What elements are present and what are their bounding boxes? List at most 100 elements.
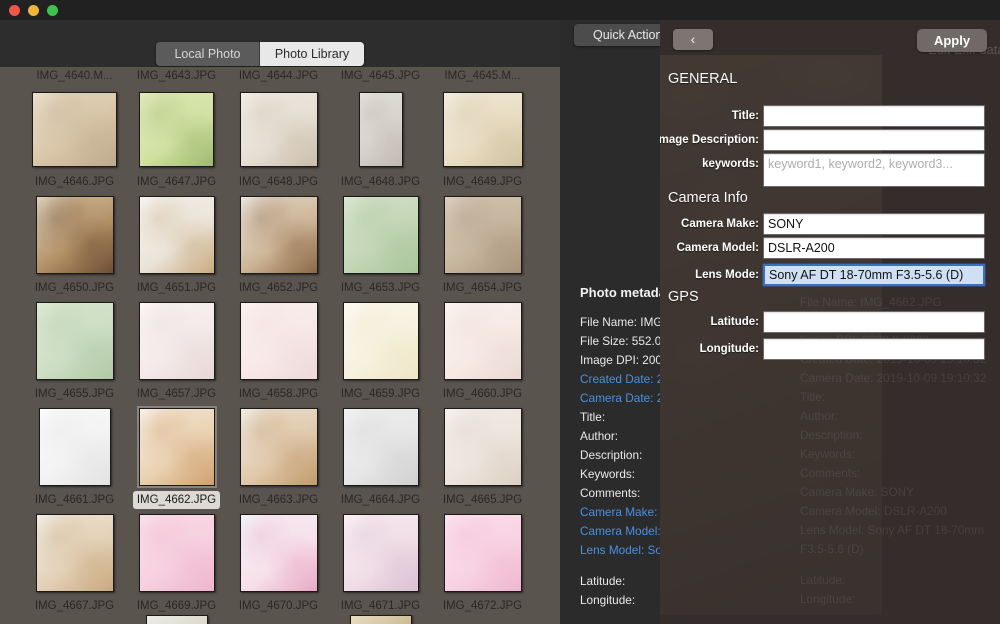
photo-thumbnail[interactable] bbox=[443, 408, 522, 486]
field-input-camera-model[interactable]: DSLR-A200 bbox=[763, 237, 985, 259]
zoom-button[interactable] bbox=[47, 5, 58, 16]
grid-cell[interactable]: IMG_4653.JPG bbox=[330, 191, 431, 297]
photo-caption: IMG_4652.JPG bbox=[238, 282, 319, 294]
photo-thumbnail[interactable] bbox=[138, 302, 215, 380]
grid-cell[interactable]: IMG_4645.M... bbox=[432, 67, 533, 85]
photo-thumbnail[interactable] bbox=[239, 91, 318, 167]
photo-caption: IMG_4672.JPG bbox=[442, 600, 523, 612]
field-input-keywords[interactable]: keyword1, keyword2, keyword3... bbox=[763, 153, 985, 187]
grid-cell[interactable]: IMG_4670.JPG bbox=[228, 509, 329, 615]
grid-cell[interactable]: IMG_4649.JPG bbox=[432, 85, 533, 191]
photo-thumbnail[interactable] bbox=[342, 302, 419, 380]
grid-cell[interactable]: IMG_4667.JPG bbox=[24, 509, 125, 615]
field-input-latitude[interactable] bbox=[763, 311, 985, 333]
photo-thumbnail[interactable] bbox=[239, 302, 318, 380]
grid-cell[interactable]: IMG_4663.JPG bbox=[228, 403, 329, 509]
thumbnail-wrap bbox=[432, 191, 533, 279]
grid-cell[interactable]: IMG_4664.JPG bbox=[330, 403, 431, 509]
photo-caption: IMG_4640.M... bbox=[36, 70, 113, 82]
photo-row-partial-top: IMG_4640.M... IMG_4643.JPG IMG_4644.JPG IMG… bbox=[24, 67, 560, 85]
thumbnail-wrap bbox=[432, 403, 533, 491]
section-heading-camera-info: Camera Info bbox=[668, 190, 748, 206]
grid-cell[interactable] bbox=[228, 615, 329, 624]
grid-cell[interactable]: IMG_4645.JPG bbox=[330, 67, 431, 85]
close-button[interactable] bbox=[9, 5, 20, 16]
field-input-title[interactable] bbox=[763, 105, 985, 127]
form-row: Latitude: bbox=[710, 311, 985, 333]
grid-cell[interactable]: IMG_4651.JPG bbox=[126, 191, 227, 297]
photo-caption: IMG_4659.JPG bbox=[340, 388, 421, 400]
grid-cell[interactable]: IMG_4672.JPG bbox=[432, 509, 533, 615]
thumbnail-wrap bbox=[330, 509, 431, 597]
grid-cell[interactable]: IMG_4648.JPG bbox=[228, 85, 329, 191]
field-label: Camera Make: bbox=[681, 218, 759, 230]
grid-cell[interactable]: IMG_4646.JPG bbox=[24, 85, 125, 191]
grid-cell[interactable]: IMG_4655.JPG bbox=[24, 297, 125, 403]
photo-thumbnail[interactable] bbox=[35, 196, 114, 274]
field-input-camera-make[interactable]: SONY bbox=[763, 213, 985, 235]
grid-cell[interactable]: IMG_4669.JPG bbox=[126, 509, 227, 615]
photo-thumbnail[interactable] bbox=[239, 408, 318, 486]
grid-cell[interactable]: IMG_4648.JPG bbox=[330, 85, 431, 191]
photo-caption: IMG_4662.JPG bbox=[132, 491, 221, 509]
photo-thumbnail[interactable] bbox=[35, 514, 114, 592]
grid-cell[interactable]: IMG_4658.JPG bbox=[228, 297, 329, 403]
grid-cell[interactable]: IMG_4650.JPG bbox=[24, 191, 125, 297]
grid-cell[interactable]: IMG_4640.M... bbox=[24, 67, 125, 85]
photo-row: IMG_4655.JPG IMG_4657.JPG IMG_4658.JPG IMG_… bbox=[24, 297, 560, 403]
thumbnail-wrap bbox=[24, 297, 125, 385]
photo-thumbnail[interactable] bbox=[138, 196, 215, 274]
field-input-longitude[interactable] bbox=[763, 338, 985, 360]
photo-thumbnail[interactable] bbox=[443, 196, 522, 274]
form-row: keywords: keyword1, keyword2, keyword3... bbox=[702, 153, 985, 187]
photo-thumbnail[interactable] bbox=[443, 302, 522, 380]
grid-cell[interactable] bbox=[330, 615, 431, 624]
photo-thumbnail[interactable] bbox=[358, 91, 403, 167]
photo-thumbnail[interactable] bbox=[239, 196, 318, 274]
section-heading-general: GENERAL bbox=[668, 71, 738, 87]
thumbnail-wrap bbox=[432, 297, 533, 385]
tab-photo-library[interactable]: Photo Library bbox=[260, 42, 364, 66]
photo-thumbnail[interactable] bbox=[139, 91, 214, 167]
photo-caption: IMG_4645.M... bbox=[444, 70, 521, 82]
photo-thumbnail[interactable] bbox=[442, 91, 523, 167]
grid-cell[interactable]: IMG_4654.JPG bbox=[432, 191, 533, 297]
photo-caption: IMG_4667.JPG bbox=[34, 600, 115, 612]
photo-thumbnail[interactable] bbox=[342, 408, 419, 486]
tab-local-photo[interactable]: Local Photo bbox=[156, 42, 260, 66]
photo-caption: IMG_4648.JPG bbox=[238, 176, 319, 188]
photo-thumbnail[interactable] bbox=[138, 514, 215, 592]
grid-cell[interactable] bbox=[432, 615, 533, 624]
photo-thumbnail[interactable] bbox=[35, 302, 114, 380]
grid-cell[interactable]: IMG_4665.JPG bbox=[432, 403, 533, 509]
grid-cell[interactable] bbox=[24, 615, 125, 624]
photo-row: IMG_4661.JPG IMG_4662.JPG IMG_4663.JPG IMG_… bbox=[24, 403, 560, 509]
photo-thumbnail[interactable] bbox=[136, 406, 217, 488]
grid-cell[interactable]: IMG_4661.JPG bbox=[24, 403, 125, 509]
photo-thumbnail[interactable] bbox=[239, 514, 318, 592]
photo-grid[interactable]: IMG_4640.M... IMG_4643.JPG IMG_4644.JPG IMG… bbox=[0, 67, 560, 624]
field-input-image-description[interactable] bbox=[763, 129, 985, 151]
photo-thumbnail[interactable] bbox=[349, 615, 412, 624]
photo-thumbnail[interactable] bbox=[342, 196, 419, 274]
grid-cell[interactable]: IMG_4671.JPG bbox=[330, 509, 431, 615]
grid-cell[interactable]: IMG_4662.JPG bbox=[126, 403, 227, 509]
photo-row: IMG_4667.JPG IMG_4669.JPG IMG_4670.JPG IMG_… bbox=[24, 509, 560, 615]
grid-cell[interactable]: IMG_4652.JPG bbox=[228, 191, 329, 297]
grid-cell[interactable]: IMG_4659.JPG bbox=[330, 297, 431, 403]
grid-cell[interactable]: IMG_4643.JPG bbox=[126, 67, 227, 85]
exif-form: GENERAL Camera Info GPS Title: Image Descrip… bbox=[660, 20, 1000, 624]
grid-cell[interactable]: IMG_4660.JPG bbox=[432, 297, 533, 403]
thumbnail-wrap bbox=[126, 403, 227, 491]
grid-cell[interactable]: IMG_4657.JPG bbox=[126, 297, 227, 403]
photo-thumbnail[interactable] bbox=[145, 615, 208, 624]
photo-thumbnail[interactable] bbox=[32, 91, 117, 167]
grid-cell[interactable] bbox=[126, 615, 227, 624]
field-input-lens-mode[interactable]: Sony AF DT 18-70mm F3.5-5.6 (D) bbox=[763, 264, 985, 286]
photo-thumbnail[interactable] bbox=[443, 514, 522, 592]
grid-cell[interactable]: IMG_4647.JPG bbox=[126, 85, 227, 191]
photo-thumbnail[interactable] bbox=[342, 514, 419, 592]
grid-cell[interactable]: IMG_4644.JPG bbox=[228, 67, 329, 85]
minimize-button[interactable] bbox=[28, 5, 39, 16]
photo-thumbnail[interactable] bbox=[38, 408, 111, 486]
